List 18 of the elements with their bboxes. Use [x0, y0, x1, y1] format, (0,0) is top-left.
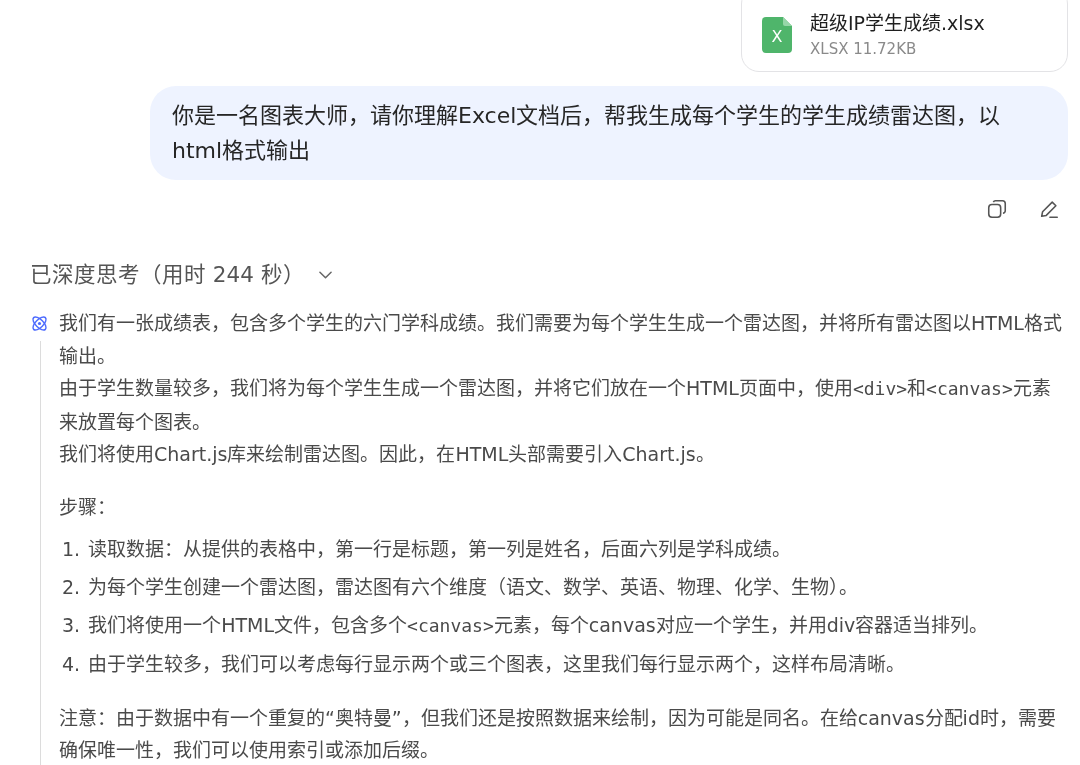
- user-message-bubble: 你是一名图表大师，请你理解Excel文档后，帮我生成每个学生的学生成绩雷达图，以html格式输出: [150, 86, 1068, 180]
- atom-icon: [30, 314, 49, 333]
- file-size: XLSX 11.72KB: [810, 39, 918, 59]
- steps-heading: 步骤：: [59, 494, 117, 520]
- file-name: 超级IP学生成绩.xlsx: [810, 11, 985, 35]
- thinking-paragraph: 由于学生数量较多，我们将为每个学生生成一个雷达图，并将它们放在一个HTML页面中，使用<div>和<canvas>元素来放置每个图表。: [59, 376, 1052, 435]
- note-paragraph: 注意：由于数据中有一个重复的“奥特曼”，但我们还是按照数据来绘制，因为可能是同名。在给canvas分配id时，需要确保唯一性，我们可以使用索引或添加后缀。: [59, 705, 1057, 763]
- thinking-paragraph: 我们有一张成绩表，包含多个学生的六门学科成绩。我们需要为每个学生生成一个雷达图，并将所有雷达图以HTML格式输出。: [59, 311, 1063, 369]
- step-item: 3. 我们将使用一个HTML文件，包含多个<canvas>元素，每个canvas对应一个学生，并用div容器适当排列。: [62, 612, 990, 638]
- thinking-toggle[interactable]: 已深度思考（用时 244 秒）: [30, 260, 332, 290]
- step-item: 1. 读取数据：从提供的表格中，第一行是标题，第一列是姓名，后面六列是学科成绩。: [62, 536, 793, 562]
- thinking-paragraph: 我们将使用Chart.js库来绘制雷达图。因此，在HTML头部需要引入Chart.js。: [59, 442, 716, 467]
- spreadsheet-file-icon: X: [762, 17, 792, 53]
- step-item: 4. 由于学生较多，我们可以考虑每行显示两个或三个图表，这里我们每行显示两个，这样布局清晰。: [62, 651, 907, 677]
- copy-icon[interactable]: [986, 198, 1008, 220]
- step-item: 2. 为每个学生创建一个雷达图，雷达图有六个维度（语文、数学、英语、物理、化学、生物）。: [62, 574, 860, 600]
- edit-icon[interactable]: [1038, 198, 1060, 220]
- file-attachment-card[interactable]: X 超级IP学生成绩.xlsx XLSX 11.72KB: [741, 0, 1068, 72]
